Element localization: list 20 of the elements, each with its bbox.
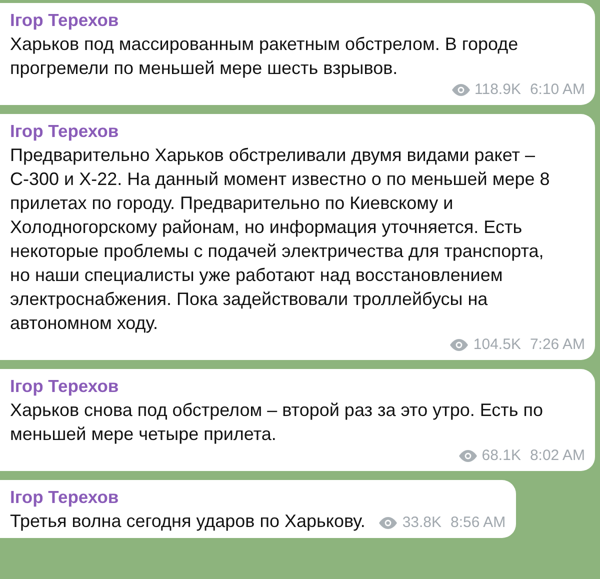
message-time: 8:02 AM xyxy=(530,446,585,466)
eye-icon xyxy=(379,517,398,529)
message-text: Харьков снова под обстрелом – второй раз за это утро. Есть по меньшей мере четыре прилета. xyxy=(10,399,544,446)
message-time: 6:10 AM xyxy=(530,80,585,100)
view-count: 118.9K xyxy=(474,80,521,100)
eye-icon xyxy=(450,339,468,351)
author-name[interactable]: Ігор Терехов xyxy=(10,120,585,142)
message-time: 7:26 AM xyxy=(530,335,585,355)
message-text: Харьков под массированным ракетным обстрелом. В городе прогремели по меньшей мере шесть взрывов. xyxy=(10,33,518,80)
author-name[interactable]: Ігор Терехов xyxy=(10,9,585,31)
view-count: 33.8K xyxy=(402,513,442,533)
message-time: 8:56 AM xyxy=(450,513,506,533)
message-text: Третья волна сегодня ударов по Харькову. xyxy=(10,510,366,533)
eye-icon xyxy=(458,450,477,462)
view-count: 104.5K xyxy=(473,335,521,355)
eye-icon xyxy=(452,84,470,96)
author-name[interactable]: Ігор Терехов xyxy=(10,486,506,508)
view-count: 68.1K xyxy=(482,446,521,466)
author-name[interactable]: Ігор Терехов xyxy=(10,375,585,397)
message-text: Предварительно Харьков обстреливали двумя видами ракет – С-300 и Х-22. На данный момент известно о по меньшей мере 8 прилетах по городу. Предварительно по Киевскому и Холодногорскому районам, но информация уточняется. Есть некоторые проблемы с подачей электричества для транспорта, но наши специалисты уже работают над восстановлением электроснабжения. Пока задействовали троллейбусы на автономном ходу. xyxy=(10,144,550,335)
